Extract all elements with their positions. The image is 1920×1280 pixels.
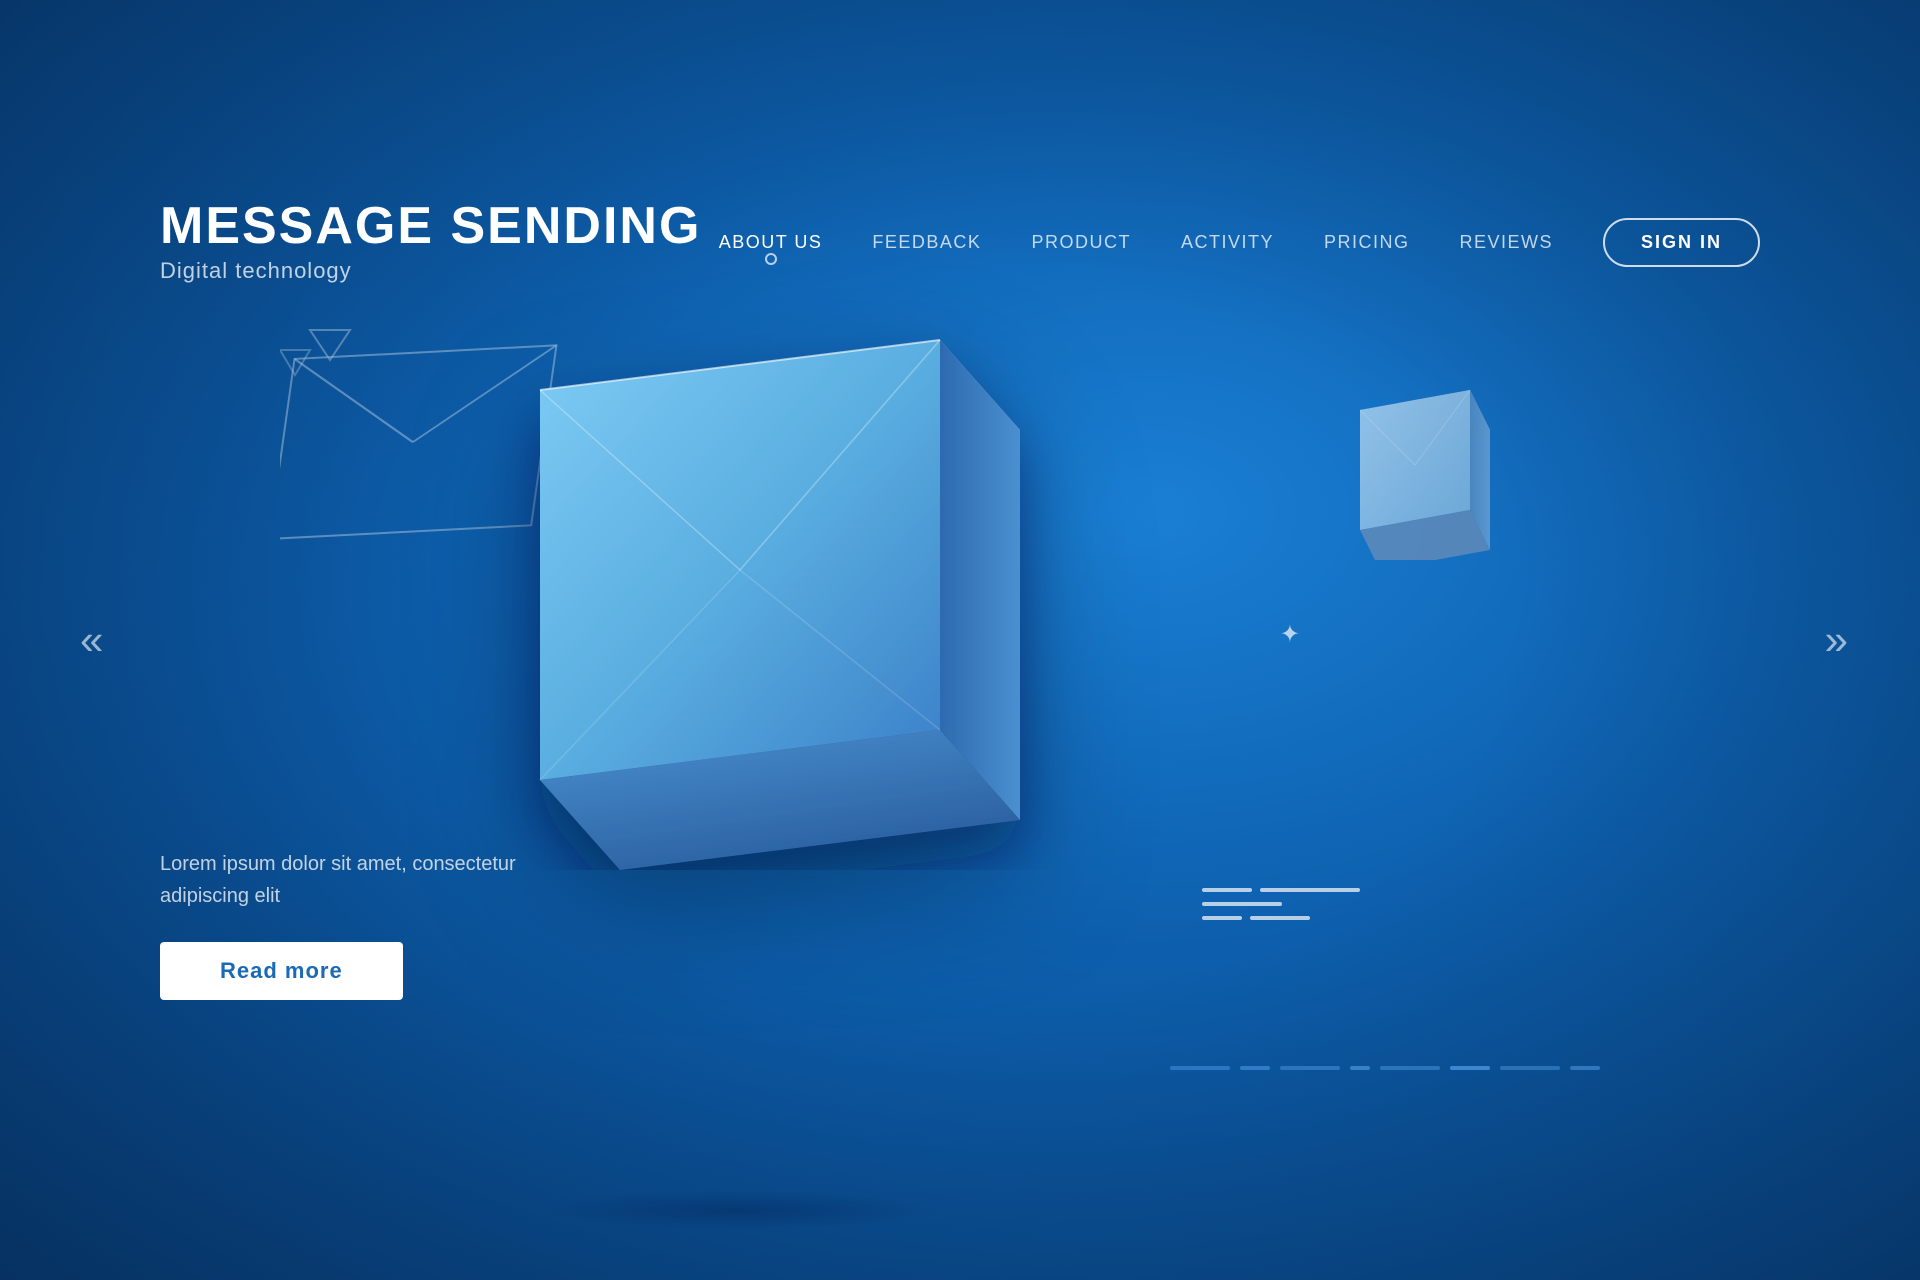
nav-item-reviews[interactable]: REVIEWS — [1459, 232, 1553, 253]
envelope-small — [1340, 380, 1540, 560]
nav-item-about[interactable]: ABOUT US — [719, 232, 823, 253]
next-arrow[interactable]: » — [1825, 616, 1840, 664]
hero-illustration: ✦ — [200, 280, 1720, 1280]
lorem-content: Lorem ipsum dolor sit amet, consectetura… — [160, 853, 516, 907]
sign-in-button[interactable]: SIGN IN — [1603, 218, 1760, 267]
bottom-content: Lorem ipsum dolor sit amet, consectetura… — [160, 848, 516, 1000]
lorem-text: Lorem ipsum dolor sit amet, consectetura… — [160, 848, 516, 912]
lines-decoration — [1202, 888, 1360, 920]
nav-links: ABOUT US FEEDBACK PRODUCT ACTIVITY PRICI… — [719, 232, 1553, 253]
envelope-wireframe — [280, 320, 600, 600]
page-background: MESSAGE SENDING Digital technology ABOUT… — [0, 0, 1920, 1280]
envelope-main — [460, 310, 1100, 870]
nav-item-product[interactable]: PRODUCT — [1031, 232, 1131, 253]
envelope-shadow — [540, 1190, 940, 1230]
nav-item-pricing[interactable]: PRICING — [1324, 232, 1410, 253]
dashed-decoration — [1170, 1066, 1600, 1070]
navbar: MESSAGE SENDING Digital technology ABOUT… — [0, 200, 1920, 284]
nav-item-activity[interactable]: ACTIVITY — [1181, 232, 1274, 253]
brand: MESSAGE SENDING Digital technology — [160, 200, 701, 284]
prev-arrow[interactable]: « — [80, 616, 95, 664]
read-more-button[interactable]: Read more — [160, 942, 403, 1000]
brand-subtitle: Digital technology — [160, 258, 701, 284]
diamond-decoration: ✦ — [1280, 620, 1300, 649]
brand-title: MESSAGE SENDING — [160, 200, 701, 252]
nav-item-feedback[interactable]: FEEDBACK — [872, 232, 981, 253]
